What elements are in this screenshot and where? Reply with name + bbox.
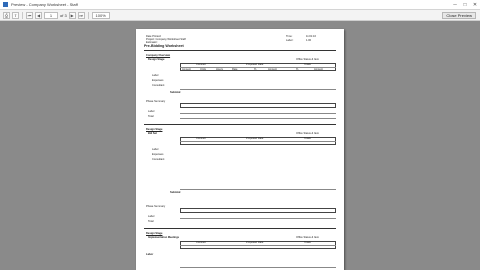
phase-row-label: Total [148,115,154,118]
column-header: Amount [182,67,191,71]
header-right-value: 1.00 [306,39,312,42]
section-sub: Bid Set [148,132,157,135]
next-page-icon[interactable]: ▶ [68,11,76,19]
subtotal-label: Subtotal [170,91,181,94]
group-header: Proposed Rate [246,63,264,66]
column-header: % [296,67,299,71]
phase-label: Phase Summary [146,205,166,208]
phase-rule [180,118,336,119]
title-rule [144,50,336,51]
section-heading: Company Overview [146,54,171,57]
header-right-value: 11:01:16 [306,35,316,38]
report-title: Pre-Bidding Worksheet [144,44,184,48]
column-header: Hours [216,67,223,71]
group-header: Proposed Rate [246,241,264,244]
close-button[interactable]: ✕ [470,0,480,9]
minimize-button[interactable]: ─ [450,0,460,9]
phase-rule [180,218,336,219]
row-label: Labor [152,148,159,151]
section-rule [144,124,336,125]
print-icon[interactable]: ⎙ [3,11,10,19]
phase-row-label: Labor [148,215,155,218]
column-header: Amount [268,67,277,71]
phase-header-box [180,208,336,213]
window-title: Preview - Company Worksheet - Staff [11,2,78,7]
maximize-button[interactable]: □ [460,0,470,9]
toolbar-divider [22,11,23,19]
page-number-input[interactable]: 1 [44,11,58,19]
section-note: Office Status & Item [296,132,320,135]
prev-page-icon[interactable]: ◀ [35,11,42,19]
column-header: Rate [232,67,238,71]
page-count-label: of 3 [60,12,67,18]
section-note: Office Status & Item [296,58,320,61]
report-page: Date Printed: Project: Company Worksheet… [136,29,344,270]
section-sub: Implementation Meetings [148,236,180,239]
subtotal-rule [180,189,336,190]
group-header: Proposed Rate [246,137,264,140]
row-rule [180,267,336,268]
column-header: Units [200,67,206,71]
close-preview-button[interactable]: Close Preview [442,11,476,19]
section-heading: Design Stage [146,232,163,235]
group-header: Contract [196,137,206,140]
app-icon [3,2,8,7]
header-divider [180,245,336,246]
preview-toolbar: ⎙ ⇪ ⏮ ◀ 1 of 3 ▶ ⏭ 100% Close Preview [0,10,480,21]
first-page-icon[interactable]: ⏮ [26,11,33,19]
group-header: Totals [304,63,311,66]
footer-label: Labor [146,253,154,256]
section-rule [144,228,336,229]
row-label: Expenses [152,79,164,82]
group-header: Totals [304,241,311,244]
header-right-label: Labor: [286,39,294,42]
phase-rule [180,113,336,114]
group-header: Contract [196,63,206,66]
last-page-icon[interactable]: ⏭ [77,11,85,19]
header-right-label: Time: [286,35,293,38]
window-controls: ─ □ ✕ [450,0,480,9]
toolbar-divider [87,11,89,19]
window-titlebar: Preview - Company Worksheet - Staff ─ □ … [0,0,480,10]
subtotal-label: Subtotal [170,191,181,194]
row-label: Consultant [152,84,165,87]
row-label: Expenses [152,153,164,156]
section-sub: Design Stage [148,58,165,61]
zoom-select[interactable]: 100% [91,11,110,19]
preview-viewport[interactable]: Date Printed: Project: Company Worksheet… [0,22,480,270]
column-header: Amount [314,67,323,71]
header-divider [180,141,336,142]
export-icon[interactable]: ⇪ [12,11,19,19]
group-header: Contract [196,241,206,244]
row-label: Labor [152,74,159,77]
section-heading: Design Stage [146,128,163,131]
subtotal-rule [180,89,336,90]
row-label: Consultant [152,158,165,161]
phase-header-box [180,103,336,108]
group-header: Totals [304,137,311,140]
column-header: % [254,67,257,71]
phase-row-label: Labor [148,110,155,113]
phase-row-label: Total [148,220,154,223]
phase-label: Phase Summary [146,100,166,103]
section-note: Office Status & Item [296,236,320,239]
